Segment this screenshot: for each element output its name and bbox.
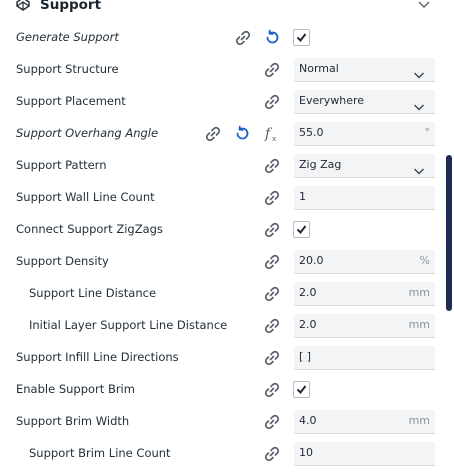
setting-label: Initial Layer Support Line Distance: [29, 318, 228, 332]
setting-label: Support Brim Line Count: [29, 446, 171, 460]
setting-row-support-density: Support Density 20.0%: [0, 247, 440, 279]
setting-row-enable-support-brim: Enable Support Brim: [0, 375, 440, 407]
setting-value: 2.0: [299, 318, 317, 331]
link-icon[interactable]: [262, 284, 282, 304]
setting-label: Support Overhang Angle: [16, 126, 159, 140]
setting-row-support-brim-width: Support Brim Width 4.0 mm: [0, 407, 440, 439]
setting-row-support-pattern: Support Pattern Zig Zag: [0, 151, 440, 183]
setting-value: Normal: [299, 62, 339, 75]
setting-row-connect-support-zigzags: Connect Support ZigZags: [0, 215, 440, 247]
link-icon[interactable]: [262, 92, 282, 112]
setting-label: Support Brim Width: [16, 414, 130, 428]
setting-value: Everywhere: [299, 94, 365, 107]
setting-label: Support Pattern: [16, 158, 107, 172]
setting-row-support-infill-line-directions: Support Infill Line Directions [ ]: [0, 343, 440, 375]
setting-checkbox[interactable]: [293, 29, 310, 46]
setting-dropdown[interactable]: Normal: [294, 58, 435, 82]
link-icon[interactable]: [262, 444, 282, 464]
link-icon[interactable]: [262, 156, 282, 176]
setting-row-generate-support: Generate Support: [0, 23, 440, 55]
setting-label: Connect Support ZigZags: [16, 222, 163, 236]
setting-label: Support Placement: [16, 94, 126, 108]
setting-input[interactable]: 4.0 mm: [294, 410, 435, 434]
link-icon[interactable]: [262, 380, 282, 400]
setting-row-initial-layer-support-line-distance: Initial Layer Support Line Distance 2.0 mm: [0, 311, 440, 343]
setting-input[interactable]: 10: [294, 442, 435, 466]
formula-icon[interactable]: fx: [262, 124, 282, 144]
setting-row-support-placement: Support Placement Everywhere: [0, 87, 440, 119]
setting-checkbox[interactable]: [293, 221, 310, 238]
setting-input[interactable]: 2.0 mm: [294, 314, 435, 338]
setting-input[interactable]: 2.0 mm: [294, 282, 435, 306]
link-icon[interactable]: [233, 28, 253, 48]
scrollbar-thumb[interactable]: [446, 155, 452, 311]
setting-unit: mm: [408, 318, 430, 331]
setting-value: 20.0: [299, 254, 324, 267]
setting-value: 55.0: [299, 126, 324, 139]
setting-label: Support Line Distance: [29, 286, 157, 300]
setting-unit: °: [424, 126, 431, 139]
setting-checkbox[interactable]: [293, 381, 310, 398]
chevron-down-icon: [413, 65, 425, 79]
setting-label: Support Infill Line Directions: [16, 350, 179, 364]
setting-input[interactable]: [ ]: [294, 346, 435, 370]
reset-icon[interactable]: [262, 28, 282, 48]
setting-label: Enable Support Brim: [16, 382, 135, 396]
setting-value: 2.0: [299, 286, 317, 299]
setting-label: Support Structure: [16, 62, 119, 76]
setting-value: 10: [299, 446, 313, 459]
setting-value: 4.0: [299, 414, 317, 427]
setting-row-support-overhang-angle: Support Overhang Angle f x 55.0 °: [0, 119, 440, 151]
setting-row-support-structure: Support Structure Normal: [0, 55, 440, 87]
link-icon[interactable]: [262, 316, 282, 336]
svg-text:x: x: [272, 135, 276, 143]
reset-icon[interactable]: [232, 124, 252, 144]
setting-dropdown[interactable]: Everywhere: [294, 90, 435, 114]
link-icon[interactable]: [262, 348, 282, 368]
link-icon[interactable]: [203, 124, 223, 144]
setting-label: Generate Support: [16, 30, 119, 44]
setting-label: Support Density: [16, 254, 109, 268]
chevron-down-icon: [413, 161, 425, 175]
setting-row-support-brim-line-count: Support Brim Line Count 10: [0, 439, 440, 471]
link-icon[interactable]: [262, 188, 282, 208]
setting-row-support-line-distance: Support Line Distance 2.0 mm: [0, 279, 440, 311]
setting-row-support-wall-line-count: Support Wall Line Count 1: [0, 183, 440, 215]
setting-input[interactable]: 1: [294, 186, 435, 210]
setting-unit: %: [419, 254, 430, 267]
chevron-down-icon[interactable]: [416, 0, 432, 12]
chevron-down-icon: [413, 97, 425, 111]
link-icon[interactable]: [262, 220, 282, 240]
setting-value: [ ]: [299, 350, 312, 363]
link-icon[interactable]: [262, 252, 282, 272]
category-header[interactable]: Support: [0, 0, 440, 18]
setting-value: 1: [299, 190, 306, 203]
setting-label: Support Wall Line Count: [16, 190, 155, 204]
setting-unit: mm: [408, 414, 430, 427]
link-icon[interactable]: [262, 60, 282, 80]
setting-unit: mm: [408, 286, 430, 299]
support-category-icon: [16, 0, 30, 11]
setting-input[interactable]: 20.0%: [294, 250, 435, 274]
link-icon[interactable]: [262, 412, 282, 432]
category-title: Support: [40, 0, 102, 13]
setting-input[interactable]: 55.0 °: [294, 122, 435, 146]
setting-value: Zig Zag: [299, 158, 342, 171]
setting-dropdown[interactable]: Zig Zag: [294, 154, 435, 178]
